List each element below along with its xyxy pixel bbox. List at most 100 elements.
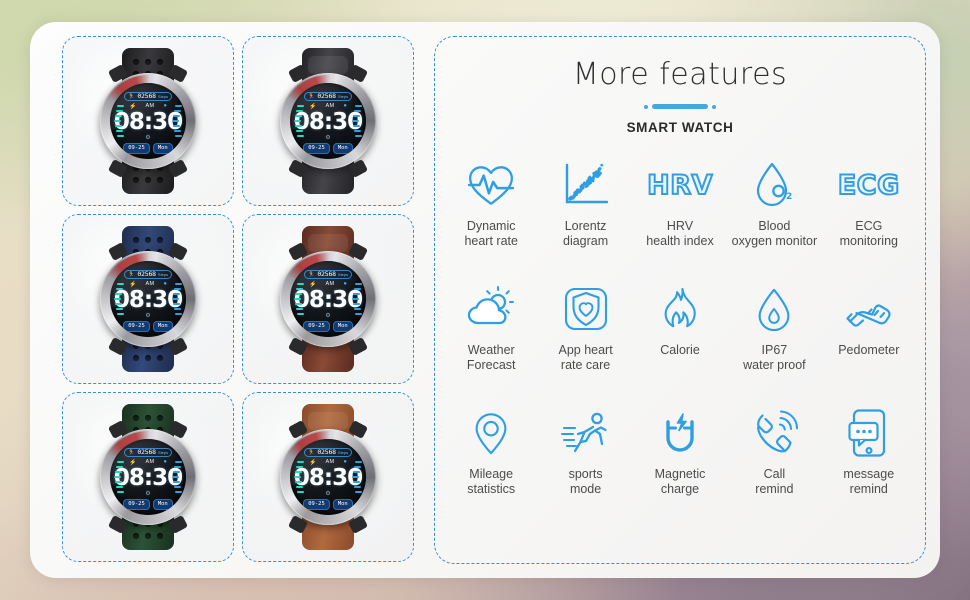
black-perforated-watch[interactable]: 🏃 02568 Steps ⚡ AM ● 08:30 ⚙ 09-25 Mon — [88, 46, 208, 196]
feature-ringing-phone[interactable]: Call remind — [728, 401, 820, 525]
watch-variant-4[interactable]: 🏃 02568 Steps ⚡ AM ● 08:30 ⚙ 09-25 Mon — [242, 214, 414, 384]
tan-leather-watch[interactable]: 🏃 02568 Steps ⚡ AM ● 08:30 ⚙ 09-25 Mon — [268, 402, 388, 552]
feature-sneaker[interactable]: Pedometer — [823, 277, 915, 401]
feature-grid: Dynamic heart rate Lorentz diagram HRV H… — [445, 153, 915, 525]
feature-icon-slot — [465, 283, 517, 335]
feature-icon-slot — [560, 407, 612, 459]
feature-flame[interactable]: Calorie — [634, 277, 726, 401]
watch-case: 🏃 02568 Steps ⚡ AM ● 08:30 ⚙ 09-25 Mon — [100, 420, 196, 534]
feature-label: Mileage statistics — [467, 467, 516, 497]
feature-label: ECG monitoring — [839, 219, 898, 249]
steps-unit: Steps — [157, 449, 169, 455]
day-badge: Mon — [332, 321, 353, 332]
feature-label: Weather Forecast — [466, 343, 516, 373]
feature-hrv-wordmark[interactable]: HRV HRV health index — [634, 153, 726, 277]
watch-screen[interactable]: 🏃 02568 Steps ⚡ AM ● 08:30 ⚙ 09-25 Mon — [290, 83, 366, 159]
steps-value: 02568 — [317, 92, 336, 101]
watch-arc-left — [294, 461, 304, 495]
feature-label: Call remind — [755, 467, 794, 497]
feature-water-drop[interactable]: IP67 water proof — [728, 277, 820, 401]
watch-screen[interactable]: 🏃 02568 Steps ⚡ AM ● 08:30 ⚙ 09-25 Mon — [110, 439, 186, 515]
product-card: 🏃 02568 Steps ⚡ AM ● 08:30 ⚙ 09-25 Mon 🏃… — [30, 22, 940, 578]
date-badge: 09-25 — [123, 499, 150, 510]
runner-icon: 🏃 — [127, 93, 136, 100]
feature-icon-slot — [561, 159, 611, 211]
heart-pulse-icon — [466, 160, 516, 210]
watch-screen[interactable]: 🏃 02568 Steps ⚡ AM ● 08:30 ⚙ 09-25 Mon — [110, 83, 186, 159]
watch-badges: 09-25 Mon — [303, 499, 353, 510]
date-badge: 09-25 — [303, 321, 330, 332]
watch-arc-left — [114, 105, 124, 139]
steps-unit: Steps — [337, 271, 349, 277]
date-badge: 09-25 — [123, 321, 150, 332]
steps-unit: Steps — [337, 93, 349, 99]
feature-map-pin[interactable]: Mileage statistics — [445, 401, 537, 525]
divider-bar — [652, 104, 708, 109]
watch-arc-right — [172, 105, 182, 139]
flame-icon — [657, 284, 703, 334]
date-badge: 09-25 — [303, 499, 330, 510]
panel-subtitle: SMART WATCH — [626, 120, 734, 135]
feature-message-phone[interactable]: message remind — [823, 401, 915, 525]
day-badge: Mon — [152, 143, 173, 154]
runner-icon: 🏃 — [127, 449, 136, 456]
steps-value: 02568 — [317, 448, 336, 457]
title-divider — [445, 104, 915, 109]
feature-sun-cloud[interactable]: Weather Forecast — [445, 277, 537, 401]
divider-dot-right — [712, 104, 716, 109]
feature-magnet-bolt[interactable]: Magnetic charge — [634, 401, 726, 525]
runner-icon: 🏃 — [307, 271, 316, 278]
steps-unit: Steps — [337, 449, 349, 455]
feature-blood-oxygen-drop[interactable]: 2 Blood oxygen monitor — [728, 153, 820, 277]
feature-heart-pulse[interactable]: Dynamic heart rate — [445, 153, 537, 277]
watch-badges: 09-25 Mon — [303, 321, 353, 332]
feature-icon-slot — [751, 283, 797, 335]
feature-icon-slot — [848, 407, 890, 459]
runner-icon: 🏃 — [307, 449, 316, 456]
brown-leather-watch[interactable]: 🏃 02568 Steps ⚡ AM ● 08:30 ⚙ 09-25 Mon — [268, 224, 388, 374]
runner-icon: 🏃 — [307, 93, 316, 100]
black-smooth-watch[interactable]: 🏃 02568 Steps ⚡ AM ● 08:30 ⚙ 09-25 Mon — [268, 46, 388, 196]
watch-badges: 09-25 Mon — [123, 143, 173, 154]
feature-label: App heart rate care — [558, 343, 613, 373]
steps-value: 02568 — [137, 448, 156, 457]
map-pin-icon — [468, 408, 514, 458]
magnet-bolt-icon — [656, 409, 704, 457]
watch-variant-2[interactable]: 🏃 02568 Steps ⚡ AM ● 08:30 ⚙ 09-25 Mon — [242, 36, 414, 206]
green-perforated-watch[interactable]: 🏃 02568 Steps ⚡ AM ● 08:30 ⚙ 09-25 Mon — [88, 402, 208, 552]
feature-ecg-wordmark[interactable]: ECG ECG monitoring — [823, 153, 915, 277]
watch-screen[interactable]: 🏃 02568 Steps ⚡ AM ● 08:30 ⚙ 09-25 Mon — [290, 261, 366, 337]
day-badge: Mon — [332, 143, 353, 154]
watch-variant-3[interactable]: 🏃 02568 Steps ⚡ AM ● 08:30 ⚙ 09-25 Mon — [62, 214, 234, 384]
feature-label: sports mode — [568, 467, 603, 497]
running-person-icon — [560, 410, 612, 456]
feature-icon-slot — [656, 407, 704, 459]
feature-shield-heart-app[interactable]: App heart rate care — [539, 277, 631, 401]
day-badge: Mon — [152, 321, 173, 332]
gear-icon: ⚙ — [145, 135, 151, 141]
watch-arc-left — [294, 283, 304, 317]
watch-variant-1[interactable]: 🏃 02568 Steps ⚡ AM ● 08:30 ⚙ 09-25 Mon — [62, 36, 234, 206]
feature-icon-slot — [657, 283, 703, 335]
watch-screen[interactable]: 🏃 02568 Steps ⚡ AM ● 08:30 ⚙ 09-25 Mon — [290, 439, 366, 515]
feature-label: Blood oxygen monitor — [731, 219, 818, 249]
watch-arc-left — [114, 283, 124, 317]
feature-running-person[interactable]: sports mode — [539, 401, 631, 525]
feature-scatter-plot[interactable]: Lorentz diagram — [539, 153, 631, 277]
watch-screen[interactable]: 🏃 02568 Steps ⚡ AM ● 08:30 ⚙ 09-25 Mon — [110, 261, 186, 337]
feature-icon-slot — [562, 283, 610, 335]
hrv-wordmark-icon: HRV — [646, 169, 713, 201]
steps-value: 02568 — [317, 270, 336, 279]
steps-pill: 🏃 02568 Steps — [303, 448, 353, 457]
feature-icon-slot — [466, 159, 516, 211]
steps-value: 02568 — [137, 270, 156, 279]
sneaker-icon — [843, 287, 895, 331]
date-badge: 09-25 — [123, 143, 150, 154]
navy-perforated-watch[interactable]: 🏃 02568 Steps ⚡ AM ● 08:30 ⚙ 09-25 Mon — [88, 224, 208, 374]
watch-arc-right — [352, 461, 362, 495]
steps-unit: Steps — [157, 93, 169, 99]
watch-variant-6[interactable]: 🏃 02568 Steps ⚡ AM ● 08:30 ⚙ 09-25 Mon — [242, 392, 414, 562]
watch-variant-5[interactable]: 🏃 02568 Steps ⚡ AM ● 08:30 ⚙ 09-25 Mon — [62, 392, 234, 562]
day-badge: Mon — [152, 499, 173, 510]
shield-heart-app-icon — [562, 285, 610, 333]
